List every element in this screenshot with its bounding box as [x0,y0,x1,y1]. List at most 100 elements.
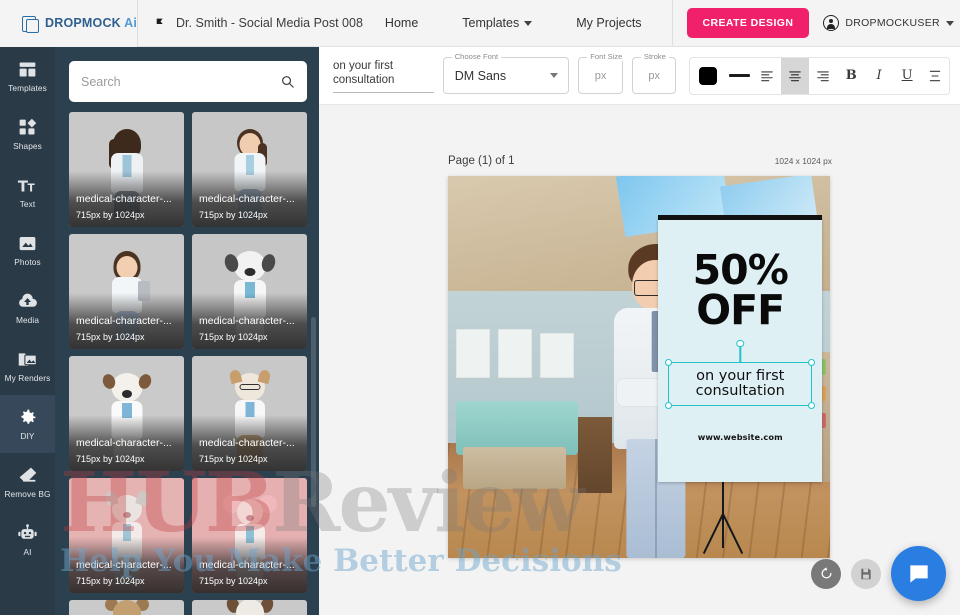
sidebar-item-shapes[interactable]: Shapes [0,105,55,163]
undo-button[interactable] [811,558,841,589]
sidebar-item-media[interactable]: Media [0,279,55,337]
search-icon[interactable] [280,74,295,89]
sidebar-item-my-renders[interactable]: My Renders [0,337,55,395]
sidebar-item-ai[interactable]: AI [0,511,55,569]
brand-logo[interactable]: DROPMOCK Ai [0,0,139,47]
italic-icon: I [876,68,882,83]
sidebar-item-diy[interactable]: DIY [0,395,55,453]
sidebar-item-text[interactable]: T T Text [0,163,55,221]
align-center-icon [789,70,802,81]
app-root: DROPMOCK Ai Dr. Smith - Social Media Pos… [0,0,960,615]
resize-handle-top-left[interactable] [664,358,672,366]
user-menu[interactable]: DROPMOCKUSER [809,15,960,31]
design-canvas[interactable]: 50% OFF on your first consultation www.w… [448,176,830,558]
underline-button[interactable]: U [893,58,921,94]
top-navigation: Home Templates My Projects CREATE DESIGN… [363,0,960,47]
font-size-label: Font Size [587,52,626,61]
nav-my-projects[interactable]: My Projects [554,16,663,30]
asset-dimensions: 715px by 1024px [199,454,268,464]
asset-name: medical-character-... [199,559,295,571]
stroke-input[interactable]: Stroke px [631,52,677,94]
sidebar-item-templates[interactable]: Templates [0,47,55,105]
resize-handle-top-right[interactable] [808,358,816,366]
floating-actions [811,546,946,601]
save-button[interactable] [851,558,881,589]
asset-dimensions: 715px by 1024px [199,576,268,586]
stroke-weight-button[interactable] [725,58,753,94]
asset-name: medical-character-... [76,559,172,571]
asset-thumbnail[interactable]: medical-character-... 715px by 1024px [69,356,184,471]
resize-handle-bottom-left[interactable] [664,402,672,410]
font-family-select[interactable]: Choose Font DM Sans [442,52,570,94]
artwork-wall-frame [497,328,533,379]
poster-url: www.website.com [697,432,783,443]
stroke-label: Stroke [640,52,669,61]
align-left-icon [761,70,774,81]
asset-thumbnail[interactable]: medical-character-... 715px by 1024px [192,112,307,227]
create-design-button[interactable]: CREATE DESIGN [686,8,810,38]
poster-headline: 50% OFF [658,249,822,330]
asset-dimensions: 715px by 1024px [199,332,268,342]
align-right-button[interactable] [809,58,837,94]
search-input[interactable] [81,74,280,89]
selected-text-field[interactable]: on your first consultation [333,59,434,93]
rotate-handle[interactable] [736,339,744,348]
rotate-stem [739,345,741,363]
align-center-button[interactable] [781,57,810,94]
nav-templates[interactable]: Templates [440,16,554,30]
document-title-area[interactable]: Dr. Smith - Social Media Post 008 [138,0,363,47]
canvas-dimensions: 1024 x 1024 px [774,156,832,166]
panel-scrollbar[interactable] [311,317,316,507]
artwork-bed-base [463,447,567,490]
sidebar-item-label: My Renders [4,373,51,383]
asset-name: medical-character-... [76,437,172,449]
asset-name: medical-character-... [199,437,295,449]
asset-thumbnail[interactable]: medical-character-... 715px by 1024px [69,112,184,227]
canvas-workspace[interactable]: Page (1) of 1 1024 x 1024 px 50% OFF on … [319,105,960,615]
poster-subhead: on your first consultation [695,367,785,400]
sidebar-item-label: Templates [8,83,47,93]
font-family-value: DM Sans [454,68,507,83]
artwork-tripod [658,473,788,558]
bold-button[interactable]: B [837,58,865,94]
svg-text:T: T [28,183,36,195]
text-color-swatch[interactable] [699,66,718,85]
asset-thumbnail[interactable]: medical-character-... 715px by 1024px [192,234,307,349]
character-figure [102,600,152,615]
top-bar: DROPMOCK Ai Dr. Smith - Social Media Pos… [0,0,960,47]
asset-thumbnail[interactable] [192,600,307,615]
poster-artboard[interactable]: 50% OFF on your first consultation www.w… [658,215,823,482]
artwork-wall-frame [455,328,490,379]
italic-button[interactable]: I [865,58,893,94]
asset-thumbnail[interactable]: medical-character-... 715px by 1024px [192,356,307,471]
page-label: Page (1) of 1 [448,155,515,167]
asset-name: medical-character-... [76,315,172,327]
font-size-input[interactable]: Font Size px [578,52,626,94]
align-left-button[interactable] [753,58,781,94]
sidebar-item-remove-bg[interactable]: Remove BG [0,453,55,511]
text-style-group: B I U [689,56,950,95]
asset-thumbnail[interactable]: medical-character-... 715px by 1024px [192,478,307,593]
nav-home[interactable]: Home [363,16,440,30]
page-meta: Page (1) of 1 1024 x 1024 px [448,155,832,167]
sidebar-item-label: Photos [14,257,41,267]
chevron-down-icon [945,20,954,26]
asset-thumbnail[interactable]: medical-character-... 715px by 1024px [69,478,184,593]
account-circle-icon [823,15,840,31]
eraser-icon [19,467,37,482]
underline-icon: U [901,68,913,83]
chat-button[interactable] [891,546,946,601]
asset-thumbnail[interactable] [69,600,184,615]
line-height-button[interactable] [921,58,949,94]
asset-thumbnail[interactable]: medical-character-... 715px by 1024px [69,234,184,349]
asset-dimensions: 715px by 1024px [76,210,145,220]
line-weight-icon [728,74,750,77]
resize-handle-bottom-right[interactable] [808,402,816,410]
asset-dimensions: 715px by 1024px [76,454,145,464]
sidebar-item-label: AI [23,547,32,557]
selected-text-object[interactable]: on your first consultation [664,339,816,410]
search-box[interactable] [69,61,307,102]
asset-dimensions: 715px by 1024px [76,576,145,586]
document-title: Dr. Smith - Social Media Post 008 [176,16,363,30]
sidebar-item-photos[interactable]: Photos [0,221,55,279]
